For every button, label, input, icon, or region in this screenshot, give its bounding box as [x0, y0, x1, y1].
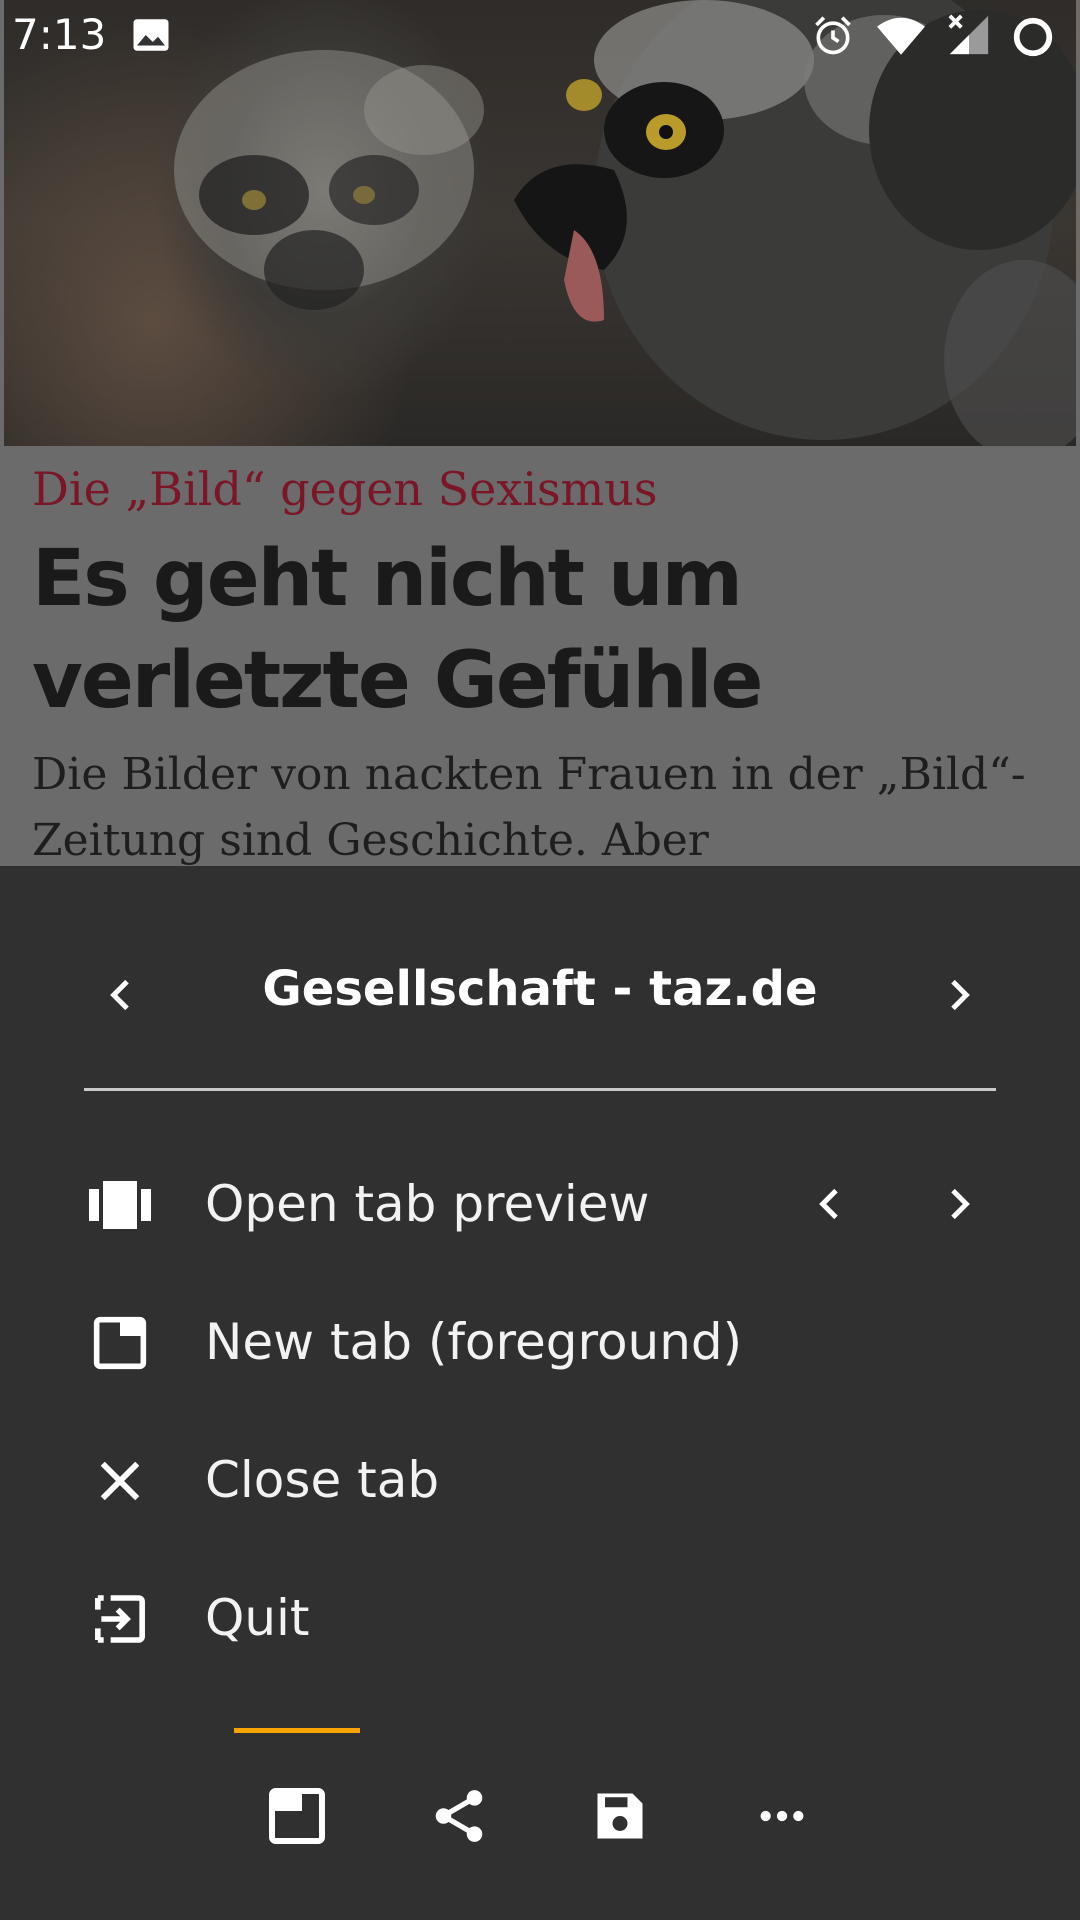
- sheet-divider: [84, 1088, 996, 1091]
- preview-previous-button[interactable]: [796, 1169, 866, 1239]
- sync-icon: [1013, 17, 1053, 57]
- article-lead: Die Bilder von nackten Frauen in der „Bi…: [32, 749, 1026, 866]
- share-icon: [435, 1790, 483, 1842]
- status-time: 7:13: [12, 10, 107, 59]
- menu-item-label: Open tab preview: [205, 1175, 650, 1233]
- status-bar: 7:13: [0, 0, 1080, 72]
- bottom-action-bar: [0, 1726, 1080, 1920]
- preview-next-button[interactable]: [923, 1169, 993, 1239]
- wifi-icon: [877, 17, 925, 55]
- alarm-icon: [815, 16, 851, 55]
- chevron-right-icon: [951, 1188, 970, 1220]
- image-icon: [133, 19, 169, 51]
- chevron-right-icon: [951, 979, 970, 1011]
- menu-item-label: Quit: [205, 1589, 310, 1647]
- more-button[interactable]: [732, 1766, 832, 1866]
- share-button[interactable]: [409, 1766, 509, 1866]
- signal-no-service-icon: [948, 14, 989, 55]
- article-kicker: Die „Bild“ gegen Sexismus: [32, 462, 658, 516]
- menu-item-new-tab-foreground[interactable]: New tab (foreground): [0, 1273, 1080, 1411]
- selected-tab-indicator: [234, 1728, 360, 1733]
- next-tab-button[interactable]: [918, 955, 998, 1035]
- article-view: Die „Bild“ gegen Sexismus Es geht nicht …: [0, 0, 1080, 866]
- menu-item-label: New tab (foreground): [205, 1313, 743, 1371]
- save-icon: [597, 1793, 643, 1839]
- close-icon: [88, 1449, 152, 1513]
- save-button[interactable]: [570, 1766, 670, 1866]
- tab-menu-sheet: Gesellschaft - taz.de Open tab preview N…: [0, 866, 1080, 1920]
- menu-item-quit[interactable]: Quit: [0, 1549, 1080, 1687]
- more-icon: [760, 1810, 804, 1822]
- menu-item-open-tab-preview[interactable]: Open tab preview: [0, 1135, 1080, 1273]
- tab-button[interactable]: [247, 1766, 347, 1866]
- menu-item-close-tab[interactable]: Close tab: [0, 1411, 1080, 1549]
- menu-item-label: Close tab: [205, 1451, 440, 1509]
- tab-preview-icon: [88, 1173, 152, 1237]
- chevron-left-icon: [819, 1188, 838, 1220]
- new-tab-icon: [88, 1311, 152, 1375]
- tab-icon: [269, 1788, 325, 1844]
- exit-icon: [88, 1587, 152, 1651]
- sheet-header: Gesellschaft - taz.de: [0, 866, 1080, 1086]
- article-headline: Es geht nicht um verletzte Gefühle: [32, 534, 763, 726]
